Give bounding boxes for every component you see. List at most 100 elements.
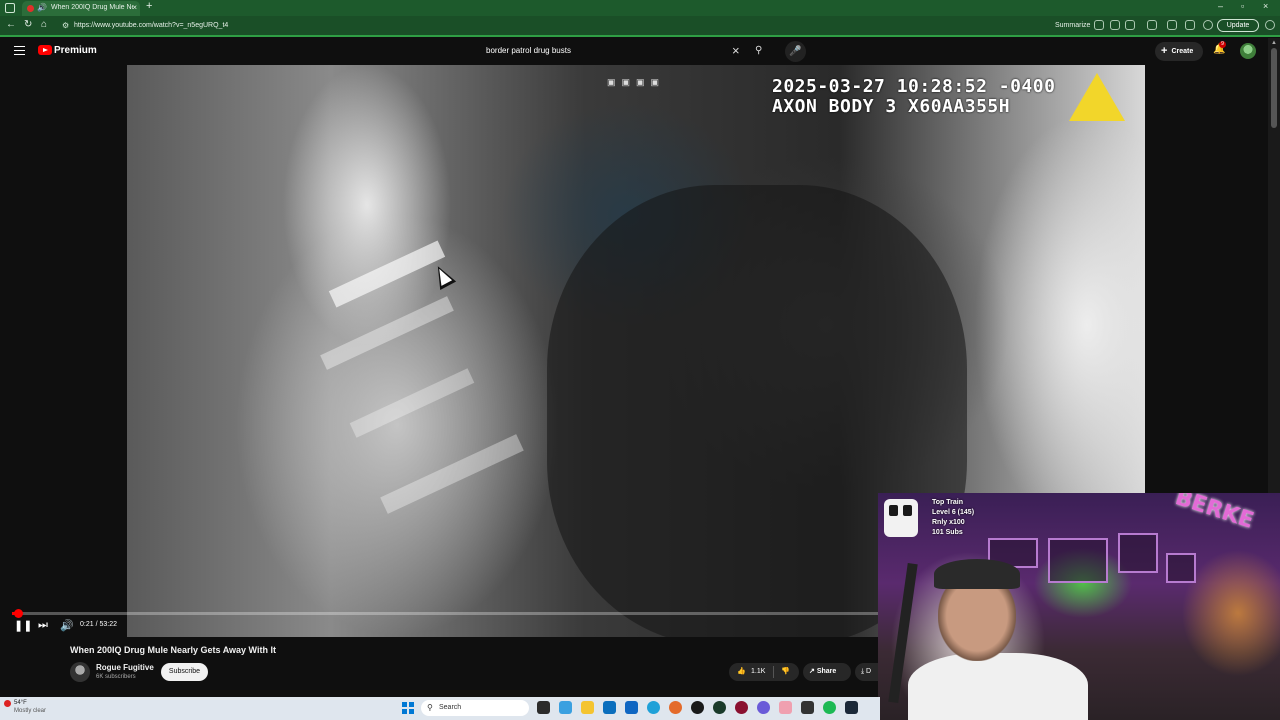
wall-frame (1166, 553, 1196, 583)
summarize-button[interactable]: Summarize (1055, 22, 1090, 29)
train-title: Top Train (932, 499, 963, 506)
video-texture (349, 368, 475, 438)
update-button[interactable]: Update (1217, 19, 1259, 32)
edge-icon[interactable] (647, 701, 660, 714)
video-texture (380, 434, 524, 514)
new-tab-button[interactable]: + (146, 0, 152, 12)
progress-bar[interactable] (12, 609, 878, 618)
copilot-app-icon[interactable] (559, 701, 572, 714)
wall-frame (1048, 538, 1108, 583)
search-box[interactable]: border patrol drug busts × ⚲ (470, 41, 778, 62)
outlook-icon[interactable] (625, 701, 638, 714)
search-icon[interactable]: ⚲ (755, 45, 762, 56)
file-explorer-icon[interactable] (581, 701, 594, 714)
share-label: Share (816, 668, 837, 675)
create-label: Create (1171, 48, 1194, 55)
weather-widget[interactable]: 54°F Mostly clear (4, 699, 46, 715)
app-icon[interactable] (779, 701, 792, 714)
train-icon (884, 499, 918, 537)
axon-logo-icon (1069, 73, 1125, 121)
share-page-icon[interactable] (1110, 20, 1120, 30)
recording-indicator-icon (27, 5, 34, 12)
bodycam-device-id: AXON BODY 3 X60AA355H (772, 96, 1011, 117)
like-icon[interactable]: 👍 (737, 663, 746, 681)
pause-icon[interactable]: ❚❚ (14, 619, 32, 632)
reload-icon[interactable]: ↻ (24, 19, 32, 30)
share-icon: ↗ (809, 668, 817, 675)
channel-avatar[interactable] (70, 662, 90, 682)
download-label: D (866, 668, 872, 675)
hype-train-stats: Top Train Level 6 (145) Rnly x100 101 Su… (932, 498, 974, 538)
search-icon: ⚲ (427, 703, 433, 712)
profile-avatar-icon[interactable] (1203, 20, 1213, 30)
like-dislike-group: 👍 1.1K 👎 (729, 663, 799, 681)
store-icon[interactable] (603, 701, 616, 714)
youtube-logo-icon[interactable] (38, 45, 52, 55)
task-view-icon[interactable] (537, 701, 550, 714)
subscribe-button[interactable]: Subscribe (161, 663, 208, 681)
scroll-thumb[interactable] (1271, 48, 1277, 128)
share-button[interactable]: ↗ Share (803, 663, 851, 681)
home-icon[interactable]: ⌂ (41, 19, 47, 30)
spotify-icon[interactable] (823, 701, 836, 714)
next-icon[interactable]: ⏭ (38, 619, 48, 632)
firefox-icon[interactable] (669, 701, 682, 714)
streamer-body (908, 653, 1088, 720)
taskbar-search[interactable]: ⚲ Search (421, 700, 529, 716)
close-window-button[interactable]: × (1263, 1, 1268, 11)
progress-scrubber[interactable] (13, 609, 23, 618)
streamer-webcam-overlay: BERKE Top Train Level 6 (145) Rnly x100 … (878, 493, 1280, 720)
time-display: 0:21 / 53:22 (80, 621, 117, 628)
train-level: Level 6 (145) (932, 509, 975, 516)
address-bar[interactable]: ⚙ https://www.youtube.com/watch?v=_n5egU… (58, 18, 1058, 33)
search-input[interactable]: border patrol drug busts (486, 46, 571, 55)
start-windows-icon[interactable] (402, 702, 414, 714)
windows-taskbar: 54°F Mostly clear ⚲ Search (0, 697, 880, 720)
video-overlay-icons: ▣▣▣▣ (607, 77, 666, 87)
subscriber-count: 6K subscribers (96, 674, 136, 680)
bookmark-icon[interactable] (1125, 20, 1135, 30)
back-icon[interactable]: ← (6, 19, 16, 30)
create-button[interactable]: + Create (1155, 42, 1203, 61)
like-count[interactable]: 1.1K (751, 663, 765, 681)
tab-close-icon[interactable]: × (132, 3, 137, 12)
app-icon[interactable] (691, 701, 704, 714)
discord-icon[interactable] (757, 701, 770, 714)
maximize-button[interactable]: ▫ (1241, 1, 1244, 11)
copilot-icon[interactable] (1265, 20, 1275, 30)
divider (773, 666, 774, 678)
app-icon[interactable] (801, 701, 814, 714)
video-texture (320, 296, 454, 370)
menu-icon[interactable] (14, 46, 25, 55)
notifications-bell-icon[interactable]: 🔔 9 (1213, 41, 1226, 55)
browser-toolbar: ← ↻ ⌂ ⚙ https://www.youtube.com/watch?v=… (0, 16, 1280, 37)
train-subs: 101 Subs (932, 529, 963, 536)
site-info-icon[interactable]: ⚙ (62, 18, 69, 33)
app-icon[interactable] (735, 701, 748, 714)
video-texture (328, 240, 446, 308)
youtube-masthead: Premium border patrol drug busts × ⚲ 🎤 +… (0, 38, 1268, 65)
extension-icon[interactable] (1094, 20, 1104, 30)
app-icon[interactable] (713, 701, 726, 714)
browser-tab-active[interactable]: 🔊 When 200IQ Drug Mule Nearly Gets Away … (22, 1, 140, 16)
taskbar-search-label: Search (439, 704, 462, 711)
speaker-icon[interactable]: 🔊 (37, 3, 47, 12)
volume-icon[interactable]: 🔊 (60, 619, 74, 632)
scroll-up-icon[interactable]: ▲ (1271, 40, 1277, 46)
extensions-puzzle-icon[interactable] (1147, 20, 1157, 30)
minimize-button[interactable]: – (1218, 1, 1223, 11)
weather-icon (4, 700, 11, 707)
neon-sign: BERKE (1172, 493, 1257, 534)
mouse-cursor-icon (429, 262, 457, 290)
clear-search-icon[interactable]: × (732, 43, 740, 58)
downloads-icon[interactable] (1167, 20, 1177, 30)
steam-icon[interactable] (845, 701, 858, 714)
account-avatar[interactable] (1240, 43, 1256, 59)
screen: 🔊 When 200IQ Drug Mule Nearly Gets Away … (0, 0, 1280, 720)
voice-search-mic-icon[interactable]: 🎤 (785, 41, 806, 62)
youtube-premium-label[interactable]: Premium (54, 45, 97, 56)
channel-name[interactable]: Rogue Fugitive (96, 663, 154, 672)
tab-actions-icon[interactable] (5, 3, 15, 13)
favorites-icon[interactable] (1185, 20, 1195, 30)
dislike-icon[interactable]: 👎 (781, 663, 790, 681)
